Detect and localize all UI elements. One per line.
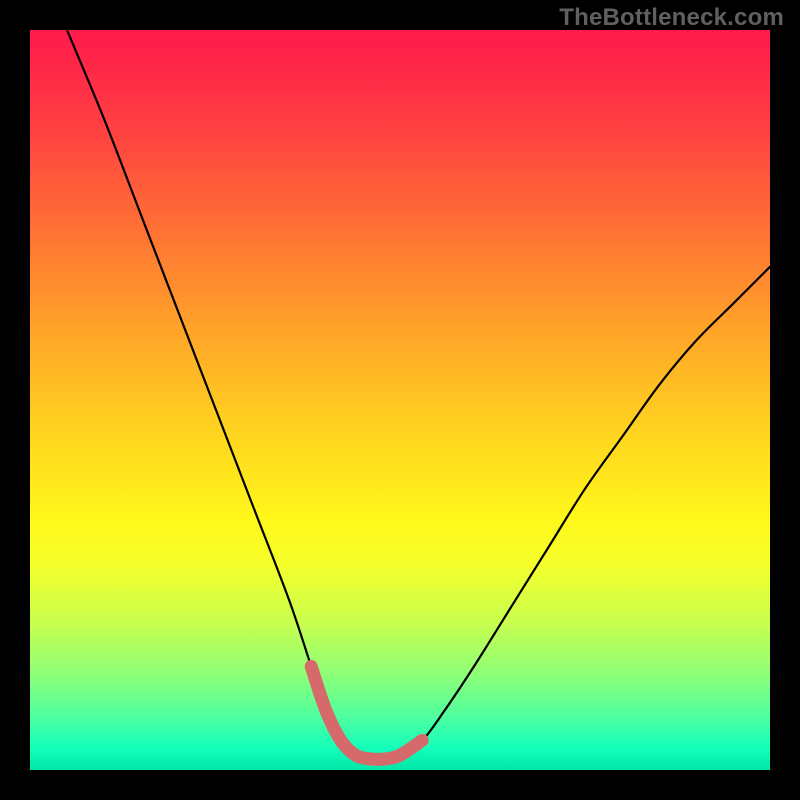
- plot-area: [30, 30, 770, 770]
- chart-frame: TheBottleneck.com: [0, 0, 800, 800]
- watermark-text: TheBottleneck.com: [559, 4, 784, 32]
- bottleneck-curve-line: [67, 30, 770, 759]
- bottleneck-highlight-line: [311, 666, 422, 759]
- curve-svg: [30, 30, 770, 770]
